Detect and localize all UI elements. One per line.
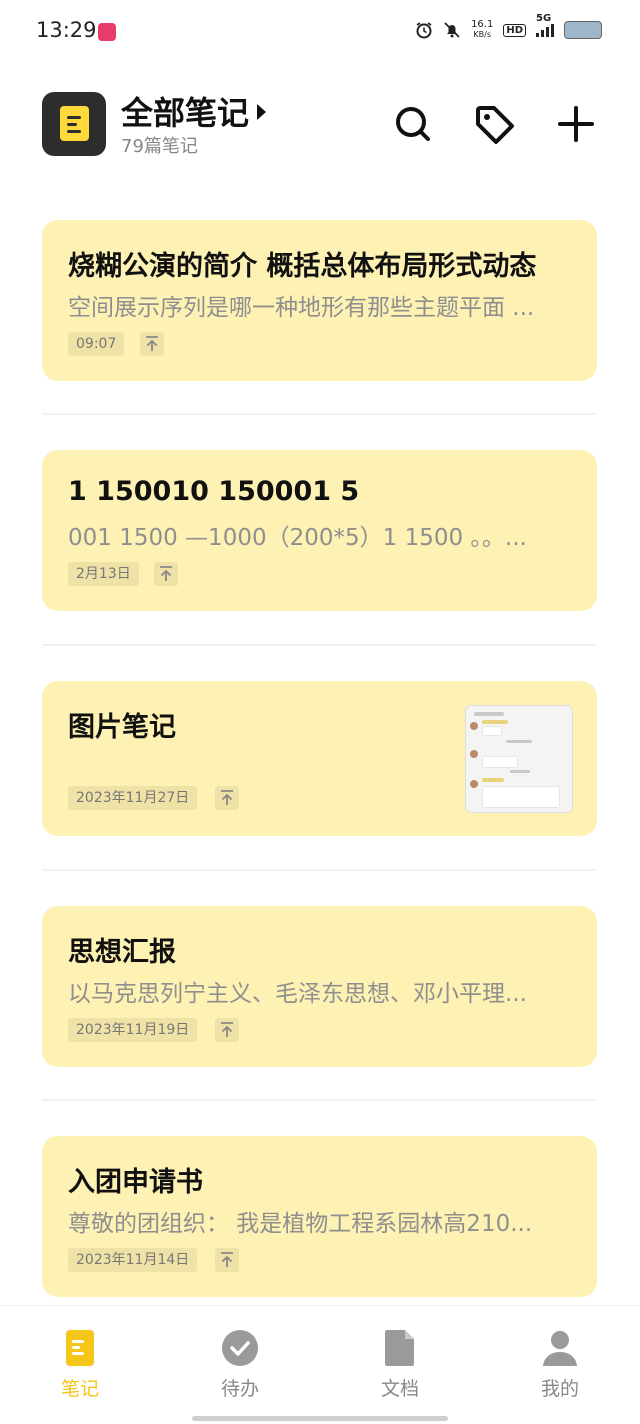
network-signal: 5G bbox=[536, 13, 554, 37]
note-preview: 001 1500 —1000（200*5）1 1500 。。... bbox=[68, 525, 527, 551]
status-icons: 16.1 KB/s HD 5G bbox=[415, 13, 602, 40]
pin-top-button[interactable] bbox=[154, 562, 178, 586]
status-bar: 13:29 16.1 KB/s HD 5G bbox=[0, 0, 640, 64]
divider bbox=[42, 644, 597, 646]
caret-right-icon bbox=[257, 104, 267, 120]
divider bbox=[42, 413, 597, 415]
pin-top-icon bbox=[221, 1252, 233, 1267]
tab-todo[interactable]: 待办 bbox=[180, 1328, 300, 1401]
tab-documents[interactable]: 文档 bbox=[340, 1328, 460, 1401]
battery-icon bbox=[564, 21, 602, 39]
folder-selector[interactable]: 全部笔记 bbox=[121, 88, 267, 134]
divider bbox=[42, 869, 597, 871]
tab-profile[interactable]: 我的 bbox=[500, 1328, 620, 1401]
app-logo bbox=[42, 92, 106, 156]
pin-top-button[interactable] bbox=[215, 1248, 239, 1272]
note-icon bbox=[60, 1328, 100, 1368]
notification-app-icon bbox=[98, 23, 116, 41]
tab-documents-label: 文档 bbox=[380, 1378, 419, 1400]
note-card[interactable]: 入团申请书 尊敬的团组织： 我是植物工程系园林高210... 2023年11月1… bbox=[42, 1136, 597, 1297]
bottom-nav: 笔记 待办 文档 我的 bbox=[0, 1305, 640, 1424]
search-icon bbox=[396, 107, 430, 141]
note-logo-icon bbox=[60, 106, 89, 141]
note-date: 2023年11月27日 bbox=[68, 786, 198, 810]
tab-profile-label: 我的 bbox=[540, 1378, 579, 1400]
add-note-button[interactable] bbox=[552, 100, 600, 148]
note-preview: 以马克思列宁主义、毛泽东思想、邓小平理... bbox=[68, 981, 527, 1007]
search-button[interactable] bbox=[388, 100, 436, 148]
note-date: 2月13日 bbox=[68, 562, 139, 586]
plus-icon bbox=[558, 106, 594, 142]
tag-button[interactable] bbox=[470, 100, 518, 148]
tab-todo-label: 待办 bbox=[220, 1378, 259, 1400]
note-card[interactable]: 烧糊公演的简介 概括总体布局形式动态 空间展示序列是哪一种地形有那些主题平面 .… bbox=[42, 220, 597, 381]
note-count: 79篇笔记 bbox=[121, 136, 198, 157]
pin-top-icon bbox=[221, 1022, 233, 1037]
note-date: 2023年11月14日 bbox=[68, 1248, 198, 1272]
note-image-thumbnail bbox=[465, 705, 573, 813]
note-preview: 尊敬的团组织： 我是植物工程系园林高210... bbox=[68, 1211, 533, 1237]
pin-top-button[interactable] bbox=[215, 786, 239, 810]
divider bbox=[42, 1099, 597, 1101]
note-title: 入团申请书 bbox=[68, 1167, 203, 1198]
note-card[interactable]: 思想汇报 以马克思列宁主义、毛泽东思想、邓小平理... 2023年11月19日 bbox=[42, 906, 597, 1067]
note-preview: 空间展示序列是哪一种地形有那些主题平面 ... bbox=[68, 295, 535, 321]
tab-notes-label: 笔记 bbox=[60, 1378, 99, 1400]
pin-top-icon bbox=[160, 566, 172, 581]
note-title: 思想汇报 bbox=[68, 937, 176, 968]
pin-top-button[interactable] bbox=[215, 1018, 239, 1042]
status-time: 13:29 bbox=[36, 18, 97, 42]
net-speed: 16.1 KB/s bbox=[471, 19, 494, 40]
pin-top-button[interactable] bbox=[140, 332, 164, 356]
note-title: 图片笔记 bbox=[68, 712, 176, 743]
signal-icon bbox=[536, 23, 554, 37]
mute-icon bbox=[444, 22, 460, 38]
tag-icon bbox=[476, 106, 514, 144]
pin-top-icon bbox=[146, 336, 158, 351]
note-card[interactable]: 1 150010 150001 5 001 1500 —1000（200*5）1… bbox=[42, 450, 597, 611]
note-title: 烧糊公演的简介 概括总体布局形式动态 bbox=[68, 251, 537, 282]
tab-notes[interactable]: 笔记 bbox=[20, 1328, 140, 1401]
note-card[interactable]: 图片笔记 2023年11月27日 bbox=[42, 681, 597, 836]
document-icon bbox=[380, 1328, 420, 1368]
hd-badge: HD bbox=[503, 23, 526, 37]
pin-top-icon bbox=[221, 790, 233, 805]
check-circle-icon bbox=[220, 1328, 260, 1368]
person-icon bbox=[540, 1328, 580, 1368]
page-title: 全部笔记 bbox=[121, 94, 250, 132]
home-indicator[interactable] bbox=[192, 1416, 448, 1421]
alarm-icon bbox=[416, 22, 432, 39]
note-date: 09:07 bbox=[68, 332, 125, 356]
note-date: 2023年11月19日 bbox=[68, 1018, 198, 1042]
note-title: 1 150010 150001 5 bbox=[68, 476, 360, 507]
